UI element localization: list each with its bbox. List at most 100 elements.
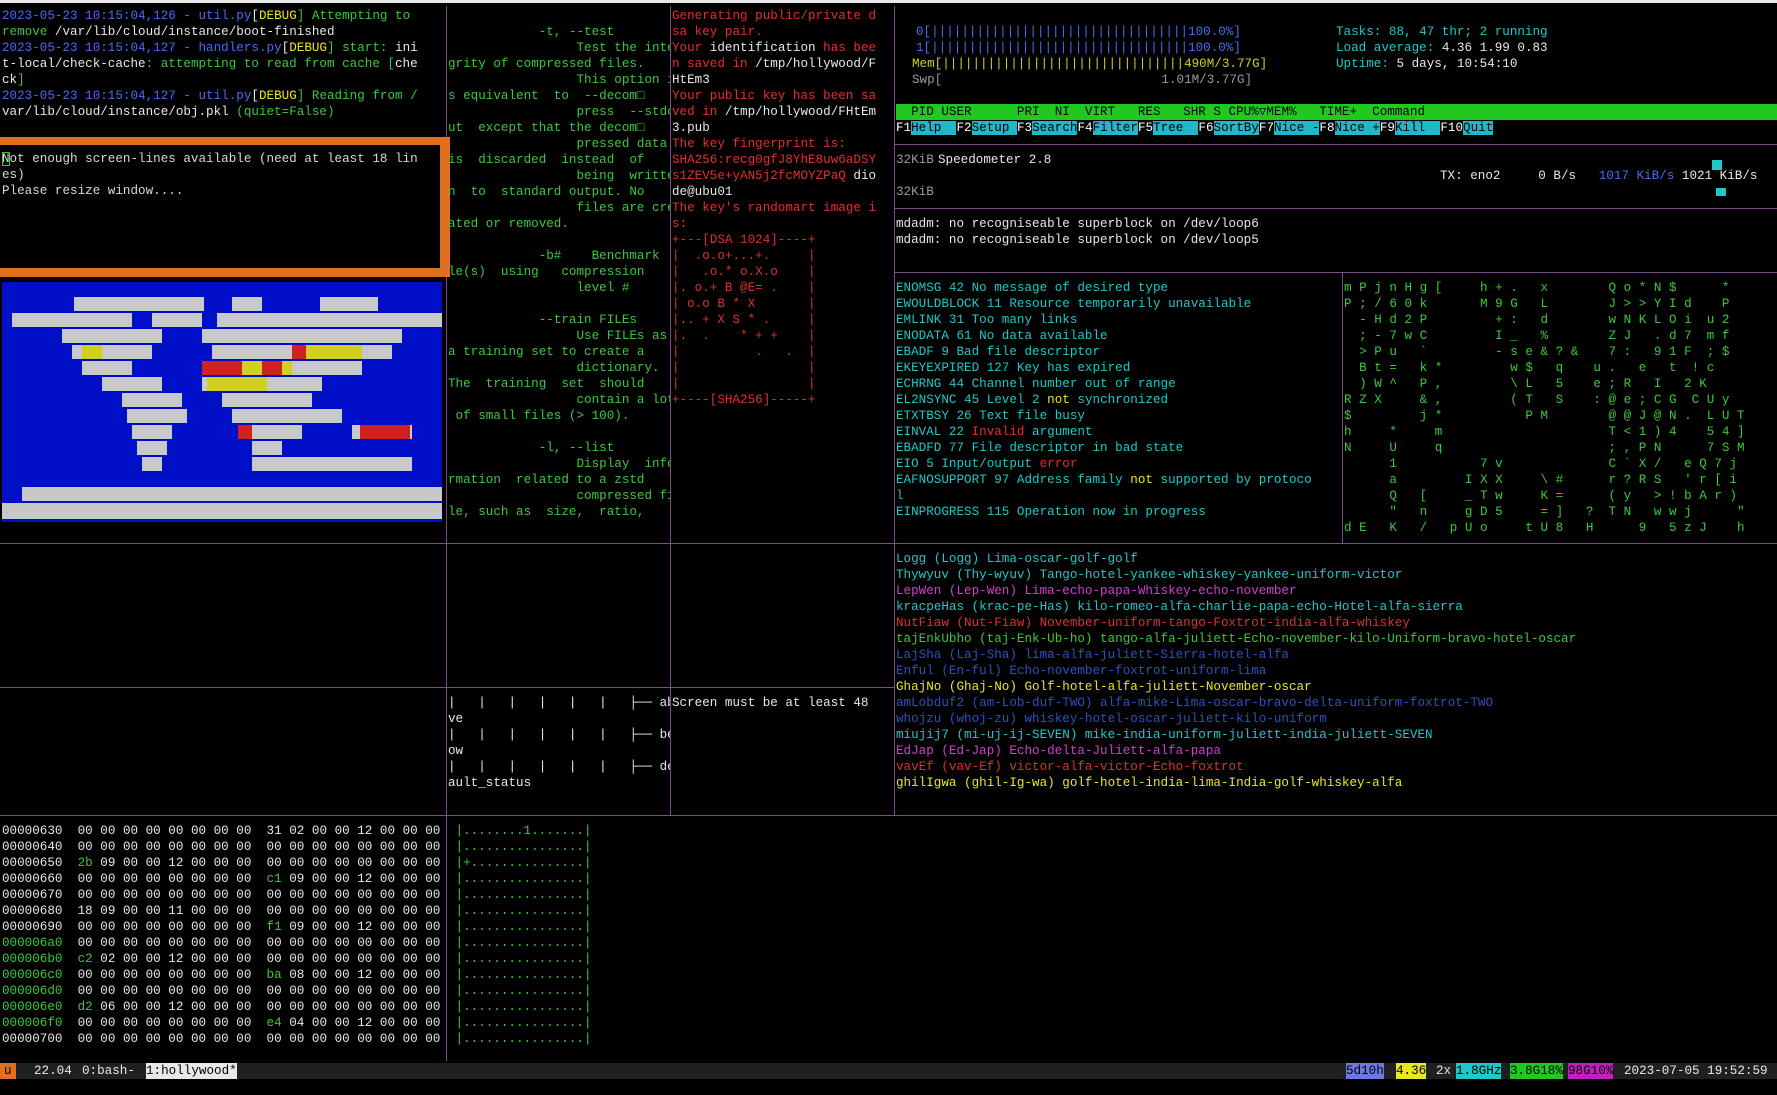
fkey-label[interactable]: Filter [1092, 121, 1138, 135]
ssh-line: | | [672, 377, 816, 391]
session-indicator[interactable]: u [0, 1063, 16, 1079]
warning-line: es) [2, 168, 25, 182]
fkey-label[interactable]: Nice - [1274, 121, 1320, 135]
process-header[interactable]: PID USER PRI NI VIRT RES SHR S CPU%▽MEM%… [896, 104, 1777, 120]
graph-bar [1716, 188, 1726, 196]
log-line: 2023-05-23 10:15:04,127 - handlers.py[DE… [2, 41, 418, 55]
fkey-f10[interactable]: F10 [1440, 121, 1464, 135]
fkey-f9[interactable]: F9 [1379, 121, 1395, 135]
status-load: 22.04 [34, 1064, 72, 1078]
fkey-label[interactable]: Setup [971, 121, 1017, 135]
ssh-keygen-pane: Generating public/private d sa key pair. Y… [672, 8, 894, 408]
ssh-line: | o.o B * X | [672, 297, 816, 311]
callsign-line: LajSha (Laj-Sha) lima-alfa-juliett-Sierr… [896, 648, 1289, 662]
status-freq: 1.8GHz [1456, 1063, 1502, 1079]
man-line: a training set to create a [448, 345, 645, 359]
log-line: t-local/check-cache: attempting to read … [2, 57, 418, 71]
screen-size-pane: Screen must be at least 48 [672, 695, 894, 715]
callsign-line: NutFiaw (Nut-Fiaw) November-uniform-tang… [896, 616, 1410, 630]
mdadm-line: mdadm: no recogniseable superblock on /d… [896, 217, 1259, 231]
divider [894, 144, 1777, 145]
errno-line: EINVAL 22 Invalid argument [896, 425, 1093, 439]
man-line: le, such as size, ratio, [448, 505, 645, 519]
tree-line: | | | | | | ├── def [448, 760, 670, 774]
ssh-line: Your identification has bee [672, 41, 877, 55]
hex-row: 000006d0 00 00 00 00 00 00 00 00 00 00 0… [2, 984, 592, 998]
matrix-line: Q [ _ T w K = ( y > ! b A r ) [1344, 489, 1737, 503]
callsign-line: kracpeHas (krac-pe-Has) kilo-romeo-alfa-… [896, 600, 1463, 614]
man-line: files are cre [448, 201, 670, 215]
fkey-f5[interactable]: F5 [1137, 121, 1154, 135]
load-average: Load average: 4.36 1.99 0.83 [1336, 41, 1548, 55]
man-line: Test the inte [448, 41, 670, 55]
fkey-f3[interactable]: F3 [1016, 121, 1033, 135]
graph-bar [1712, 160, 1722, 170]
scale-top: 32KiB [896, 153, 934, 167]
log-line: ck] [2, 73, 25, 87]
fkey-f1[interactable]: F1 [896, 121, 912, 135]
man-line: --train FILEs [448, 313, 637, 327]
errno-line: EAFNOSUPPORT 97 Address family not suppo… [896, 473, 1312, 487]
callsign-line: Logg (Logg) Lima-oscar-golf-golf [896, 552, 1138, 566]
fkey-f2[interactable]: F2 [956, 121, 972, 135]
callsign-line: amLobduf2 (am-Lob-duf-TWO) alfa-mike-Lim… [896, 696, 1494, 710]
ssh-line: 3.pub [672, 121, 710, 135]
man-line: -t, --test [448, 25, 615, 39]
ssh-line: | .o.o+...+. | [672, 249, 816, 263]
fkey-f7[interactable]: F7 [1258, 121, 1275, 135]
man-line: ut except that the decom□ [448, 121, 645, 135]
fkey-label[interactable]: Tree [1153, 121, 1199, 135]
mem-meter: Mem[||||||||||||||||||||||||||||||||490M… [912, 57, 1268, 71]
ssh-line: HtEm3 [672, 73, 710, 87]
callsign-line: Thywyuv (Thy-wyuv) Tango-hotel-yankee-wh… [896, 568, 1403, 582]
man-line: Use FILEs as [448, 329, 668, 343]
divider [0, 815, 1777, 816]
man-line: n to standard output. No [448, 185, 645, 199]
man-line: -l, --list [448, 441, 615, 455]
divider [894, 272, 1777, 273]
man-line: -b# Benchmark fi [448, 249, 670, 263]
window-0[interactable]: 0:bash- [82, 1063, 135, 1079]
ascii-world-map [2, 282, 442, 522]
man-line: Display info [448, 457, 670, 471]
fkey-label[interactable]: Kill [1395, 121, 1441, 135]
tmux-status-bar: u 22.04 0:bash- 1:hollywood* 5d10h 4.36 … [0, 1063, 1777, 1079]
hex-row: 00000650 2b 09 00 00 12 00 00 00 00 00 0… [2, 856, 592, 870]
mdadm-pane: mdadm: no recogniseable superblock on /d… [896, 216, 1777, 256]
top-accent-bar [0, 0, 1777, 3]
fkey-label[interactable]: Nice + [1334, 121, 1380, 135]
errno-line: ECHRNG 44 Channel number out of range [896, 377, 1176, 391]
screen-message: Screen must be at least 48 [672, 696, 869, 710]
callsign-line: Enful (En-ful) Echo-november-foxtrot-uni… [896, 664, 1267, 678]
callsign-line: tajEnkUbho (taj-Enk-Ub-ho) tango-alfa-ju… [896, 632, 1577, 646]
divider [0, 687, 894, 688]
callsign-line: whojzu (whoj-zu) whiskey-hotel-oscar-jul… [896, 712, 1327, 726]
ssh-line: de@ubu01 [672, 185, 733, 199]
hex-row: 00000660 00 00 00 00 00 00 00 00 c1 09 0… [2, 872, 592, 886]
fkey-label[interactable]: Help [911, 121, 957, 135]
fkey-f4[interactable]: F4 [1077, 121, 1093, 135]
swap-meter: Swp[ 1.01M/3.77G] [912, 73, 1253, 87]
errno-line: EL2NSYNC 45 Level 2 not synchronized [896, 393, 1169, 407]
fkey-f8[interactable]: F8 [1319, 121, 1335, 135]
tree-line: | | | | | | ├── abo [448, 696, 670, 710]
man-line: le(s) using compression [448, 265, 645, 279]
window-1[interactable]: 1:hollywood* [146, 1063, 237, 1079]
cpu0-meter: 0[||||||||||||||||||||||||||||||||||100.… [916, 25, 1241, 39]
hex-row: 00000640 00 00 00 00 00 00 00 00 00 00 0… [2, 840, 592, 854]
callsign-line: EdJap (Ed-Jap) Echo-delta-Juliett-alfa-p… [896, 744, 1221, 758]
matrix-line: $ j * P M @ @ J @ N . L U T [1344, 409, 1745, 423]
fkey-label[interactable]: Search [1032, 121, 1078, 135]
hex-row: 000006a0 00 00 00 00 00 00 00 00 00 00 0… [2, 936, 592, 950]
tx-readout: TX: eno2 0 B/s 1017 KiB/s 1021 KiB/s [1440, 169, 1758, 183]
tree-line: ault_status [448, 776, 532, 790]
fkey-label[interactable]: SortBy [1213, 121, 1259, 135]
cloud-init-log-pane: 2023-05-23 10:15:04,126 - util.py[DEBUG]… [2, 8, 446, 136]
fkey-label[interactable]: Quit [1463, 121, 1494, 135]
errno-line: EMLINK 31 Too many links [896, 313, 1078, 327]
matrix-line: h * m T < 1 ) 4 5 4 ] [1344, 425, 1745, 439]
callsign-pane: Logg (Logg) Lima-oscar-golf-golf Thywyuv … [896, 551, 1777, 811]
ssh-line: SHA256:recg0gfJ8YhE8uw6aDSY [672, 153, 877, 167]
fkey-f6[interactable]: F6 [1198, 121, 1214, 135]
ssh-line: +----[SHA256]-----+ [672, 393, 816, 407]
